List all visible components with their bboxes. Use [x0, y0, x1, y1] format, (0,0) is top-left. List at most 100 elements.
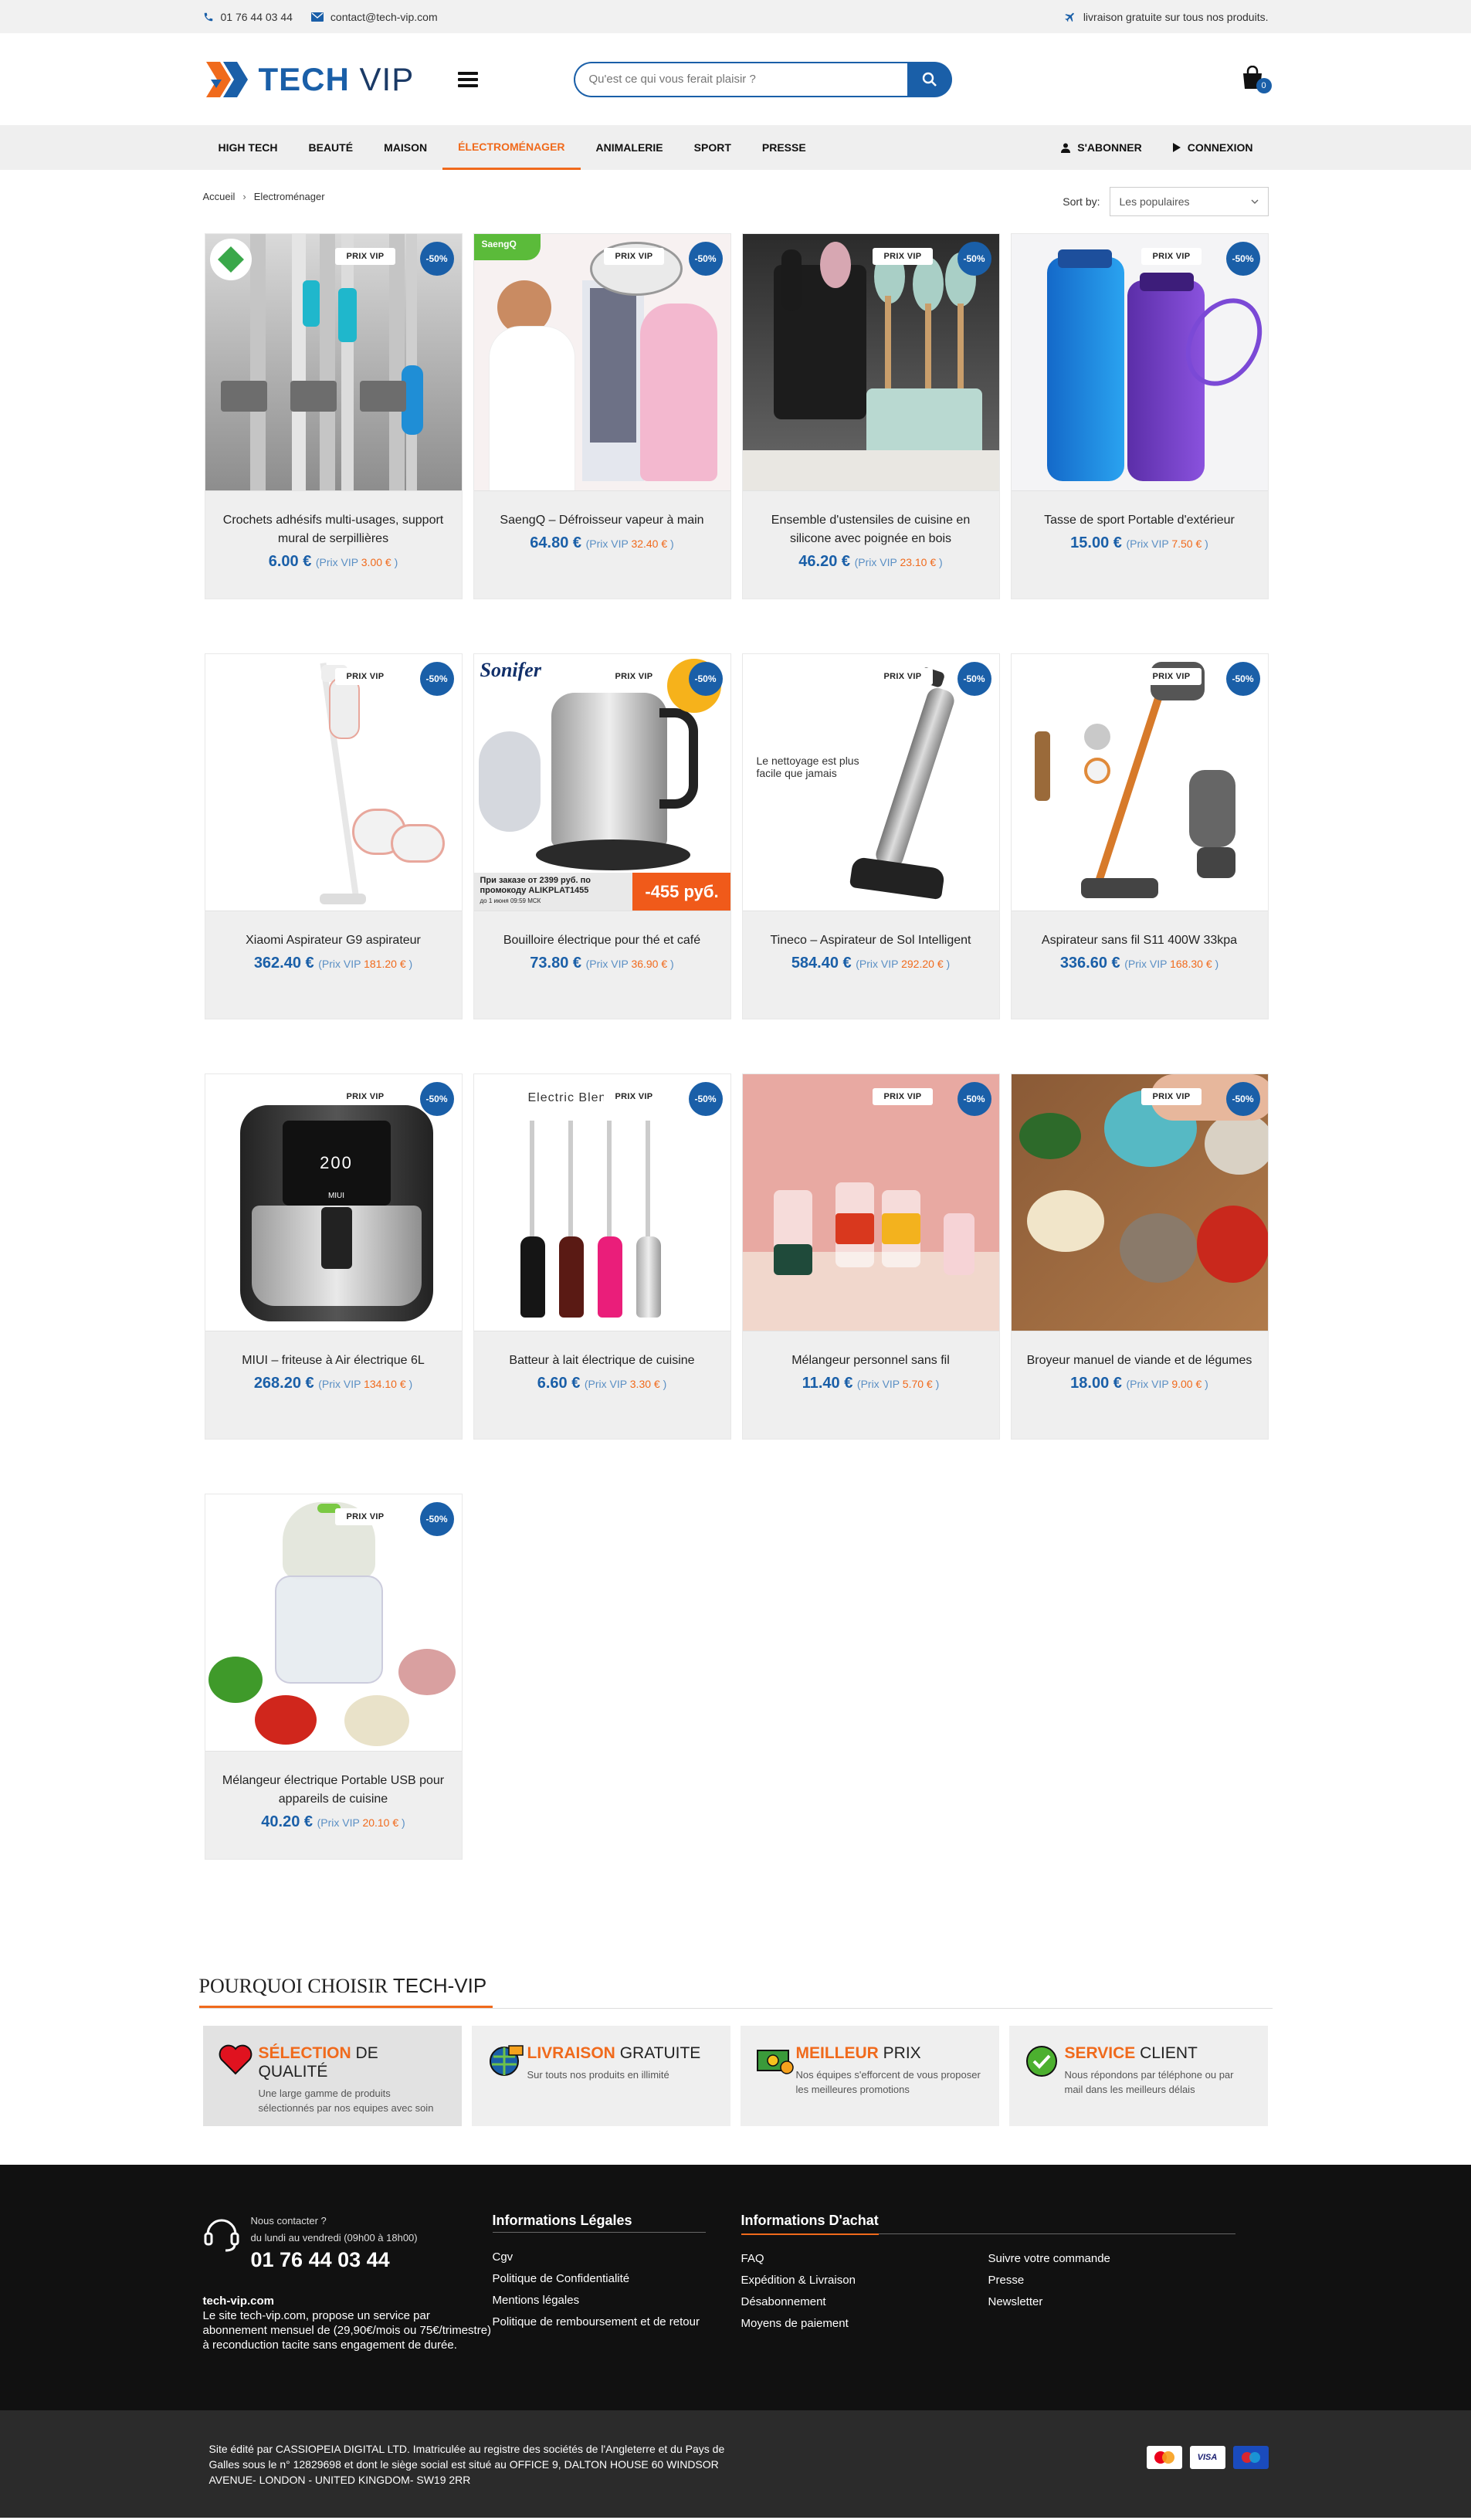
product-price: 336.60 € (Prix VIP 168.30 € ) — [1025, 955, 1254, 972]
footer-achat-link[interactable]: Désabonnement — [741, 2291, 988, 2313]
vip-prefix: (Prix VIP — [856, 958, 899, 970]
product-name[interactable]: Crochets adhésifs multi-usages, support … — [219, 511, 448, 548]
product-card[interactable]: PRIX VIP -50% Ensemble d'ustensiles de c… — [741, 233, 1000, 599]
product-image[interactable]: Electric Blen PRIX VIP -50% — [473, 1074, 730, 1331]
footer-achat-link[interactable]: Presse — [988, 2270, 1235, 2291]
product-image[interactable]: PRIX VIP -50% — [1011, 1074, 1268, 1331]
why-box-desc: Nous répondons par téléphone ou par mail… — [1064, 2069, 1234, 2095]
sort-select[interactable]: Les populaires — [1109, 187, 1269, 216]
money-icon — [756, 2044, 796, 2108]
nav-electromenager[interactable]: ÉLECTROMÉNAGER — [442, 125, 581, 170]
product-card[interactable]: PRIX VIP -50% Crochets adhésifs multi-us… — [204, 233, 463, 599]
price-value: 268.20 € — [253, 1375, 314, 1392]
nav-subscribe[interactable]: S'ABONNER — [1046, 125, 1157, 170]
product-name[interactable]: Ensemble d'ustensiles de cuisine en sili… — [757, 511, 985, 548]
sort-value: Les populaires — [1119, 195, 1190, 208]
product-card[interactable]: 200 MIUI PRIX VIP -50% MIUI – friteuse à… — [204, 1073, 463, 1440]
product-card[interactable]: Le nettoyage est plus facile que jamais … — [741, 653, 1000, 1019]
footer-phone[interactable]: 01 76 44 03 44 — [251, 2248, 418, 2272]
footer-legal-link[interactable]: Mentions légales — [493, 2290, 706, 2311]
topbar-phone[interactable]: 01 76 44 03 44 — [203, 11, 293, 23]
vip-prefix: (Prix VIP — [1126, 1378, 1169, 1390]
product-image[interactable]: PRIX VIP -50% — [742, 234, 999, 491]
search-input[interactable] — [573, 61, 907, 97]
footer-achat-link[interactable]: Newsletter — [988, 2291, 1235, 2313]
product-card[interactable]: PRIX VIP -50% Mélangeur électrique Porta… — [204, 1494, 463, 1860]
menu-icon[interactable] — [457, 69, 478, 90]
vip-suffix: ) — [408, 958, 413, 970]
subbar: Accueil › Electroménager Sort by: Les po… — [0, 170, 1471, 233]
product-image[interactable]: PRIX VIP -50% — [742, 1074, 999, 1331]
nav-sport[interactable]: SPORT — [679, 125, 747, 170]
product-name[interactable]: SaengQ – Défroisseur vapeur à main — [488, 511, 717, 530]
breadcrumb-home[interactable]: Accueil — [203, 191, 236, 202]
product-image[interactable]: PRIX VIP -50% — [205, 1494, 462, 1752]
footer-legal-title: Informations Légales — [492, 2213, 632, 2228]
nav-animalerie[interactable]: ANIMALERIE — [581, 125, 679, 170]
vip-price-value: 5.70 € — [902, 1378, 933, 1390]
logo[interactable]: TECH VIP — [203, 57, 458, 102]
vip-suffix: ) — [408, 1378, 413, 1390]
vip-price-tag: PRIX VIP — [1141, 248, 1202, 265]
product-image[interactable]: PRIX VIP -50% — [205, 234, 462, 491]
product-card[interactable]: Electric Blen PRIX VIP -50% Batteur à la… — [473, 1073, 731, 1440]
discount-badge: -50% — [957, 662, 991, 696]
nav-high-tech[interactable]: HIGH TECH — [203, 125, 293, 170]
footer-achat-link[interactable]: Expédition & Livraison — [741, 2270, 988, 2291]
product-price: 268.20 € (Prix VIP 134.10 € ) — [219, 1375, 448, 1392]
product-card[interactable]: PRIX VIP -50% Xiaomi Aspirateur G9 aspir… — [204, 653, 463, 1019]
product-name[interactable]: Mélangeur électrique Portable USB pour a… — [219, 1772, 448, 1809]
product-image[interactable]: PRIX VIP -50% — [205, 654, 462, 911]
vip-prefix: (Prix VIP — [1124, 958, 1168, 970]
product-image[interactable]: SaengQ PRIX VIP -50% — [473, 234, 730, 491]
discount-badge: -50% — [419, 1082, 454, 1116]
footer-legal-link[interactable]: Politique de Confidentialité — [493, 2268, 706, 2290]
product-name[interactable]: Bouilloire électrique pour thé et café — [488, 931, 717, 950]
product-name[interactable]: Aspirateur sans fil S11 400W 33kpa — [1025, 931, 1254, 950]
product-name[interactable]: Tineco – Aspirateur de Sol Intelligent — [757, 931, 985, 950]
why-title-brand: TECH-VIP — [392, 1974, 487, 1997]
vip-price: (Prix VIP 134.10 € ) — [318, 1378, 412, 1390]
product-card[interactable]: PRIX VIP -50% Mélangeur personnel sans f… — [741, 1073, 1000, 1440]
product-image[interactable]: Sonifer При заказе от 2399 руб. по промо… — [473, 654, 730, 911]
price-value: 11.40 € — [802, 1375, 853, 1392]
product-name[interactable]: Xiaomi Aspirateur G9 aspirateur — [219, 931, 448, 950]
product-image[interactable]: PRIX VIP -50% — [1011, 654, 1268, 911]
nav-login[interactable]: CONNEXION — [1157, 125, 1269, 170]
product-price: 6.60 € (Prix VIP 3.30 € ) — [488, 1375, 717, 1392]
vip-price: (Prix VIP 36.90 € ) — [586, 958, 674, 970]
nav-maison[interactable]: MAISON — [368, 125, 442, 170]
product-card[interactable]: PRIX VIP -50% Aspirateur sans fil S11 40… — [1010, 653, 1269, 1019]
topbar-email[interactable]: contact@tech-vip.com — [310, 11, 438, 23]
nav-beaute[interactable]: BEAUTÉ — [293, 125, 369, 170]
product-card[interactable]: SaengQ PRIX VIP -50% SaengQ – Défroisseu… — [473, 233, 731, 599]
price-value: 64.80 € — [530, 534, 581, 551]
product-name[interactable]: MIUI – friteuse à Air électrique 6L — [219, 1352, 448, 1370]
product-image[interactable]: Le nettoyage est plus facile que jamais … — [742, 654, 999, 911]
product-price: 73.80 € (Prix VIP 36.90 € ) — [488, 955, 717, 972]
vip-price-value: 168.30 € — [1170, 958, 1212, 970]
product-image[interactable]: PRIX VIP -50% — [1011, 234, 1268, 491]
product-image[interactable]: 200 MIUI PRIX VIP -50% — [205, 1074, 462, 1331]
product-name[interactable]: Batteur à lait électrique de cuisine — [488, 1352, 717, 1370]
footer-legal-link[interactable]: Politique de remboursement et de retour — [493, 2311, 706, 2333]
product-name[interactable]: Mélangeur personnel sans fil — [757, 1352, 985, 1370]
price-value: 6.00 € — [268, 553, 312, 570]
product-name[interactable]: Broyeur manuel de viande et de légumes — [1025, 1352, 1254, 1370]
footer-legal-link[interactable]: Cgv — [493, 2247, 706, 2268]
vip-suffix: ) — [946, 958, 951, 970]
discount-badge: -50% — [688, 1082, 723, 1116]
footer-achat-link[interactable]: FAQ — [741, 2248, 988, 2270]
plane-icon — [1065, 12, 1074, 22]
search-button[interactable] — [907, 61, 952, 97]
chevron-down-icon — [1251, 199, 1258, 204]
cart-button[interactable]: 0 — [1241, 65, 1272, 93]
nav-presse[interactable]: PRESSE — [747, 125, 822, 170]
product-card[interactable]: PRIX VIP -50% Tasse de sport Portable d'… — [1010, 233, 1269, 599]
product-card[interactable]: Sonifer При заказе от 2399 руб. по промо… — [473, 653, 731, 1019]
product-name[interactable]: Tasse de sport Portable d'extérieur — [1025, 511, 1254, 530]
product-card[interactable]: PRIX VIP -50% Broyeur manuel de viande e… — [1010, 1073, 1269, 1440]
footer-legal-links: Cgv Politique de Confidentialité Mentions … — [493, 2247, 706, 2333]
footer-achat-link[interactable]: Suivre votre commande — [988, 2248, 1235, 2270]
footer-achat-link[interactable]: Moyens de paiement — [741, 2313, 988, 2335]
